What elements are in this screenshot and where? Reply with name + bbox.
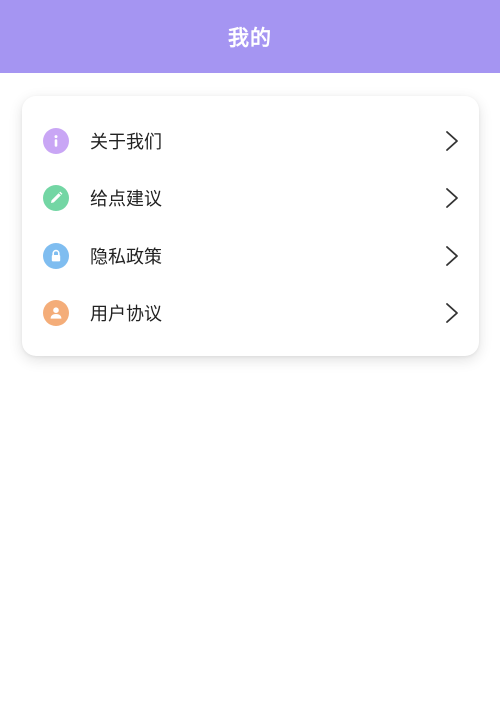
info-icon: [43, 127, 69, 154]
menu-item-privacy-policy[interactable]: 隐私政策: [22, 227, 479, 284]
menu-item-label: 给点建议: [90, 188, 162, 210]
lock-icon: [43, 242, 69, 269]
app-header: 我的: [0, 0, 500, 73]
menu-card: 关于我们 给点建议 隐私政策 用户协议: [22, 96, 479, 356]
menu-item-about-us[interactable]: 关于我们: [22, 112, 479, 169]
chevron-right-icon: [445, 187, 459, 209]
menu-item-user-agreement[interactable]: 用户协议: [22, 284, 479, 341]
menu-item-feedback[interactable]: 给点建议: [22, 169, 479, 226]
user-icon: [43, 299, 69, 326]
menu-item-label: 用户协议: [90, 303, 162, 325]
chevron-right-icon: [445, 130, 459, 152]
pencil-icon: [43, 184, 69, 211]
chevron-right-icon: [445, 302, 459, 324]
chevron-right-icon: [445, 245, 459, 267]
menu-item-label: 隐私政策: [90, 246, 162, 268]
page-title: 我的: [228, 25, 272, 50]
menu-item-label: 关于我们: [90, 131, 162, 153]
